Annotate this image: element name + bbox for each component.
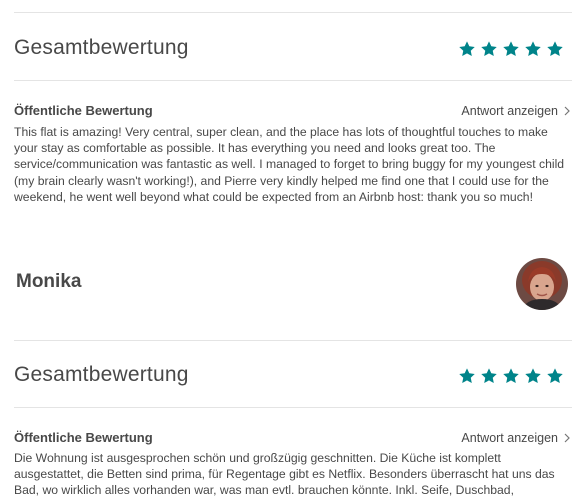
star-icon <box>547 368 563 384</box>
chevron-right-icon <box>564 106 570 116</box>
star-icon <box>459 41 475 57</box>
star-icon <box>503 368 519 384</box>
show-response-link[interactable]: Antwort anzeigen <box>461 104 570 118</box>
star-rating <box>458 40 564 58</box>
review-text: Die Wohnung ist ausgesprochen schön und … <box>14 451 555 498</box>
public-review-label: Öffentliche Bewertung <box>14 103 153 118</box>
overall-rating-title: Gesamtbewertung <box>14 36 189 59</box>
reviews-page: Gesamtbewertung Öffentliche Bewertung An… <box>0 0 586 500</box>
chevron-right-icon <box>564 433 570 443</box>
show-response-link[interactable]: Antwort anzeigen <box>461 431 570 445</box>
star-icon <box>503 41 519 57</box>
review-text: This flat is amazing! Very central, supe… <box>14 125 565 204</box>
star-rating <box>458 367 564 385</box>
star-icon <box>481 41 497 57</box>
star-icon <box>525 41 541 57</box>
divider <box>14 340 572 341</box>
show-response-label: Antwort anzeigen <box>461 104 558 118</box>
star-icon <box>547 41 563 57</box>
avatar-photo <box>516 258 568 310</box>
overall-rating-title: Gesamtbewertung <box>14 363 189 386</box>
divider <box>14 407 572 408</box>
star-icon <box>525 368 541 384</box>
divider <box>14 12 572 13</box>
public-review-label: Öffentliche Bewertung <box>14 430 153 445</box>
star-icon <box>481 368 497 384</box>
avatar[interactable] <box>516 258 568 310</box>
reviewer-name: Monika <box>16 271 82 292</box>
show-response-label: Antwort anzeigen <box>461 431 558 445</box>
divider <box>14 80 572 81</box>
star-icon <box>459 368 475 384</box>
